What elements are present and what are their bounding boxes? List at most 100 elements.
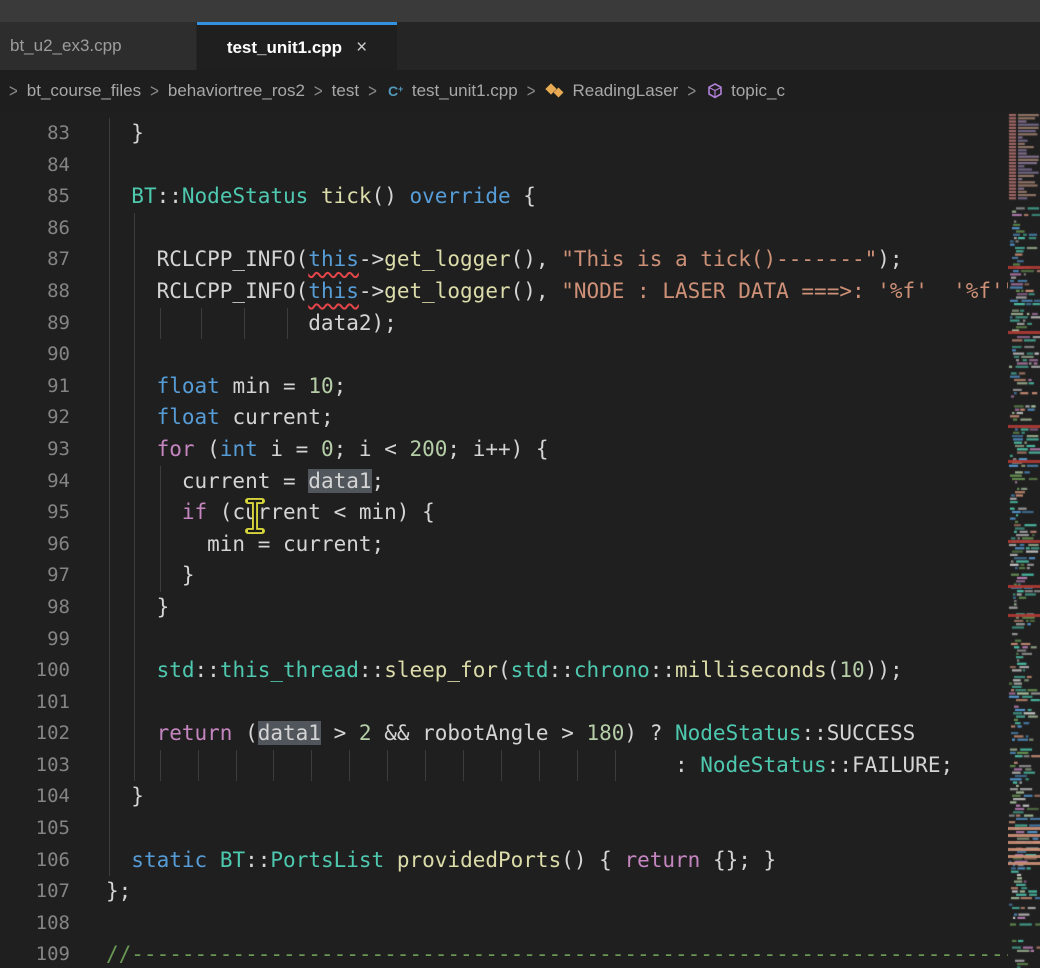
breadcrumb-label: ReadingLaser bbox=[572, 81, 678, 101]
code-line-88[interactable]: 88 RCLCPP_INFO(this->get_logger(), "NODE… bbox=[0, 276, 1008, 308]
code-line-91[interactable]: 91 float min = 10; bbox=[0, 371, 1008, 403]
code-text: }; bbox=[106, 876, 131, 908]
code-line-98[interactable]: 98 } bbox=[0, 592, 1008, 624]
code-line-102[interactable]: 102 return (data1 > 2 && robotAngle > 18… bbox=[0, 718, 1008, 750]
line-number: 108 bbox=[0, 908, 70, 940]
code-text: RCLCPP_INFO(this->get_logger(), "NODE : … bbox=[106, 276, 1008, 308]
title-bar bbox=[0, 0, 1040, 22]
code-line-93[interactable]: 93 for (int i = 0; i < 200; i++) { bbox=[0, 434, 1008, 466]
breadcrumb-item-behaviortree_ros2[interactable]: behaviortree_ros2 bbox=[168, 81, 305, 101]
line-number: 96 bbox=[0, 529, 70, 561]
breadcrumb-label: test_unit1.cpp bbox=[412, 81, 518, 101]
code-text: if (current < min) { bbox=[106, 497, 435, 529]
code-line-92[interactable]: 92 float current; bbox=[0, 402, 1008, 434]
code-line-103[interactable]: 103 : NodeStatus::FAILURE; bbox=[0, 750, 1008, 782]
tab-label: test_unit1.cpp bbox=[227, 38, 342, 58]
indent-guide bbox=[109, 150, 110, 182]
line-number: 107 bbox=[0, 876, 70, 908]
svg-text:C: C bbox=[388, 83, 398, 99]
line-number: 95 bbox=[0, 497, 70, 529]
indent-guide bbox=[109, 213, 110, 245]
tab-label: bt_u2_ex3.cpp bbox=[10, 36, 122, 56]
line-number: 88 bbox=[0, 276, 70, 308]
code-line-106[interactable]: 106 static BT::PortsList providedPorts()… bbox=[0, 845, 1008, 877]
line-number: 99 bbox=[0, 624, 70, 656]
code-text: } bbox=[106, 781, 144, 813]
breadcrumb-label: bt_course_files bbox=[27, 81, 141, 101]
code-line-90[interactable]: 90 bbox=[0, 339, 1008, 371]
code-line-107[interactable]: 107}; bbox=[0, 876, 1008, 908]
code-text: BT::NodeStatus tick() override { bbox=[106, 181, 536, 213]
chevron-right-icon: > bbox=[150, 80, 159, 101]
code-text: //--------------------------------------… bbox=[106, 939, 1008, 968]
code-line-84[interactable]: 84 bbox=[0, 150, 1008, 182]
close-icon[interactable]: × bbox=[356, 37, 367, 59]
line-number: 103 bbox=[0, 750, 70, 782]
code-line-95[interactable]: 95 if (current < min) { bbox=[0, 497, 1008, 529]
code-line-100[interactable]: 100 std::this_thread::sleep_for(std::chr… bbox=[0, 655, 1008, 687]
code-line-87[interactable]: 87 RCLCPP_INFO(this->get_logger(), "This… bbox=[0, 244, 1008, 276]
breadcrumb-item-ReadingLaser[interactable]: ReadingLaser bbox=[544, 81, 678, 101]
breadcrumb-item-bt_course_files[interactable]: bt_course_files bbox=[27, 81, 141, 101]
occurrence-highlight: data1 bbox=[258, 721, 321, 745]
code-line-85[interactable]: 85 BT::NodeStatus tick() override { bbox=[0, 181, 1008, 213]
tab-bt_u2_ex3.cpp[interactable]: bt_u2_ex3.cpp bbox=[0, 22, 197, 70]
code-line-108[interactable]: 108 bbox=[0, 908, 1008, 940]
this-keyword-error: this bbox=[308, 279, 359, 303]
code-text: RCLCPP_INFO(this->get_logger(), "This is… bbox=[106, 244, 903, 276]
indent-guide bbox=[134, 213, 135, 245]
breadcrumb-label: topic_c bbox=[731, 81, 785, 101]
line-number: 83 bbox=[0, 118, 70, 150]
breadcrumb-label: test bbox=[332, 81, 359, 101]
code-text: return (data1 > 2 && robotAngle > 180) ?… bbox=[106, 718, 915, 750]
code-line-109[interactable]: 109 //-----------------------------------… bbox=[0, 939, 1008, 968]
minimap[interactable] bbox=[1008, 112, 1040, 968]
code-line-105[interactable]: 105 bbox=[0, 813, 1008, 845]
symbol-cube-icon bbox=[705, 81, 725, 101]
code-line-99[interactable]: 99 bbox=[0, 624, 1008, 656]
code-line-97[interactable]: 97 } bbox=[0, 560, 1008, 592]
chevron-right-icon: > bbox=[527, 80, 536, 101]
indent-guide bbox=[109, 813, 110, 845]
code-text: for (int i = 0; i < 200; i++) { bbox=[106, 434, 549, 466]
code-text: } bbox=[106, 592, 169, 624]
code-line-83[interactable]: 83 } bbox=[0, 118, 1008, 150]
code-text: float current; bbox=[106, 402, 334, 434]
indent-guide bbox=[134, 687, 135, 719]
code-line-94[interactable]: 94 current = data1; bbox=[0, 466, 1008, 498]
line-number: 98 bbox=[0, 592, 70, 624]
line-number: 104 bbox=[0, 781, 70, 813]
line-number: 102 bbox=[0, 718, 70, 750]
svg-text:+: + bbox=[398, 84, 403, 94]
breadcrumb-item-test[interactable]: test bbox=[332, 81, 359, 101]
code-text: data2); bbox=[106, 308, 397, 340]
line-number: 101 bbox=[0, 687, 70, 719]
breadcrumb-item-test_unit1.cpp[interactable]: C+ test_unit1.cpp bbox=[386, 81, 518, 101]
code-editor[interactable]: 83 }8485 BT::NodeStatus tick() override … bbox=[0, 112, 1008, 968]
chevron-right-icon: > bbox=[9, 80, 18, 101]
indent-guide bbox=[134, 624, 135, 656]
indent-guide bbox=[109, 339, 110, 371]
code-line-89[interactable]: 89 data2); bbox=[0, 308, 1008, 340]
code-line-96[interactable]: 96 min = current; bbox=[0, 529, 1008, 561]
line-number: 100 bbox=[0, 655, 70, 687]
code-line-101[interactable]: 101 bbox=[0, 687, 1008, 719]
cpp-file-icon: C+ bbox=[386, 81, 406, 101]
indent-guide bbox=[109, 624, 110, 656]
line-number: 85 bbox=[0, 181, 70, 213]
indent-guide bbox=[134, 339, 135, 371]
code-line-104[interactable]: 104 } bbox=[0, 781, 1008, 813]
tab-test_unit1.cpp[interactable]: test_unit1.cpp × bbox=[197, 22, 397, 70]
line-number: 93 bbox=[0, 434, 70, 466]
line-number: 89 bbox=[0, 308, 70, 340]
tab-bar: bt_u2_ex3.cpp test_unit1.cpp × bbox=[0, 22, 1040, 70]
chevron-right-icon: > bbox=[368, 80, 377, 101]
line-number: 109 bbox=[0, 939, 70, 968]
code-line-86[interactable]: 86 bbox=[0, 213, 1008, 245]
breadcrumb-item-topic_c[interactable]: topic_c bbox=[705, 81, 785, 101]
code-text: } bbox=[106, 118, 144, 150]
chevron-right-icon: > bbox=[687, 80, 696, 101]
line-number: 105 bbox=[0, 813, 70, 845]
line-number: 92 bbox=[0, 402, 70, 434]
code-text: current = data1; bbox=[106, 466, 384, 498]
